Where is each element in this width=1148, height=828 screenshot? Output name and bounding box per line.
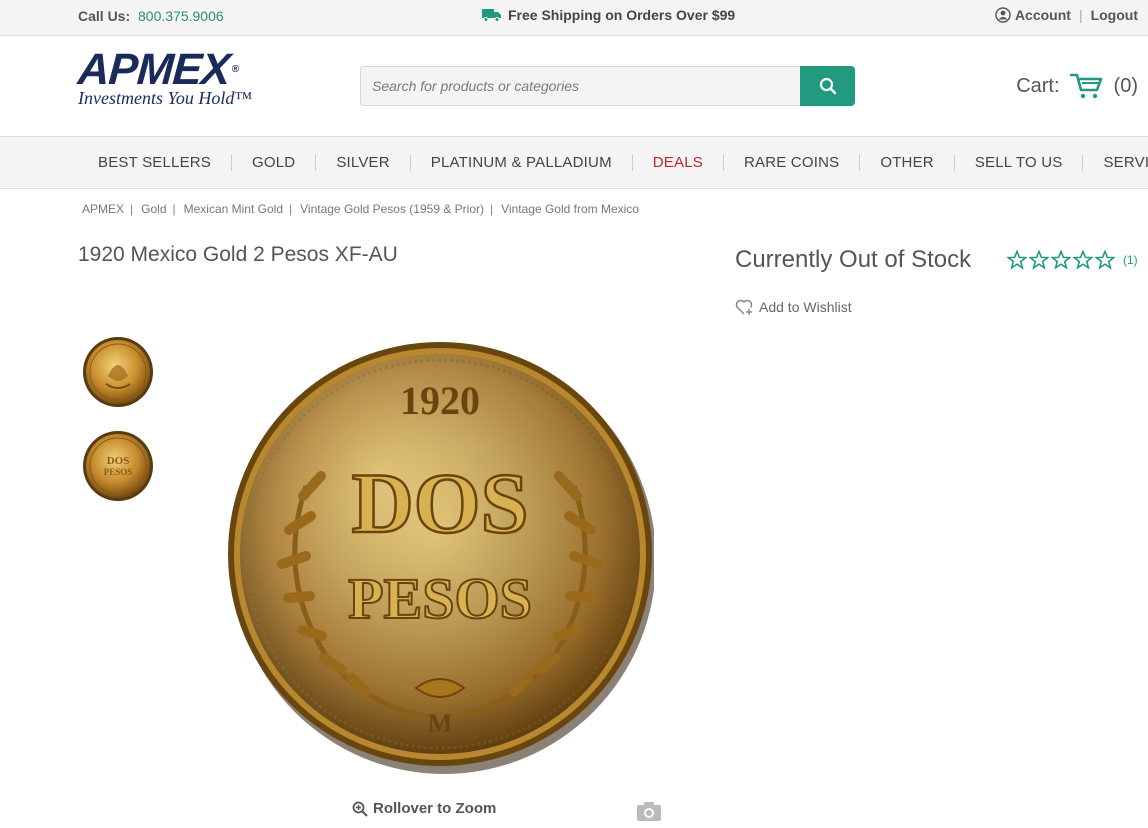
- logout-link[interactable]: Logout: [1091, 7, 1138, 23]
- breadcrumb-item[interactable]: Gold: [141, 202, 166, 216]
- logo-registered-mark: ®: [231, 64, 239, 75]
- breadcrumb-item[interactable]: Vintage Gold Pesos (1959 & Prior): [300, 202, 484, 216]
- breadcrumb-separator: |: [490, 202, 494, 216]
- svg-text:PESOS: PESOS: [104, 467, 133, 477]
- breadcrumb-item[interactable]: Vintage Gold from Mexico: [501, 202, 639, 216]
- breadcrumb-item[interactable]: APMEX: [82, 202, 124, 216]
- search-bar: [360, 66, 855, 106]
- phone-number-link[interactable]: 800.375.9006: [138, 8, 224, 24]
- apmex-logo[interactable]: APMEX® Investments You Hold™: [76, 45, 252, 109]
- nav-item-gold[interactable]: GOLD: [232, 154, 317, 171]
- star-outline-icon: [1007, 250, 1027, 270]
- rating-stars[interactable]: (1): [1007, 250, 1138, 270]
- breadcrumb: APMEX | Gold | Mexican Mint Gold | Vintage …: [82, 202, 639, 216]
- thumbnail-obverse[interactable]: [82, 336, 154, 408]
- add-to-wishlist-link[interactable]: Add to Wishlist: [735, 298, 852, 316]
- account-area: Account | Logout: [995, 7, 1138, 23]
- search-button[interactable]: [800, 66, 855, 106]
- call-us-label: Call Us:: [78, 8, 131, 24]
- thumbnail-reverse[interactable]: DOS PESOS: [82, 430, 154, 502]
- nav-item-deals[interactable]: DEALS: [633, 154, 724, 171]
- nav-item-best-sellers[interactable]: BEST SELLERS: [78, 154, 233, 171]
- wishlist-label: Add to Wishlist: [759, 299, 852, 315]
- stock-status: Currently Out of Stock: [735, 246, 972, 273]
- account-link[interactable]: Account: [1015, 7, 1071, 23]
- nav-item-other[interactable]: OTHER: [860, 154, 955, 171]
- nav-item-platinum-palladium[interactable]: PLATINUM & PALLADIUM: [411, 154, 633, 171]
- cart-count: (0): [1113, 74, 1138, 97]
- svg-text:DOS: DOS: [107, 455, 130, 467]
- product-main-image[interactable]: 1920 DOS PESOS M: [226, 336, 654, 774]
- cart-label: Cart:: [1016, 74, 1060, 97]
- search-input[interactable]: [360, 66, 800, 106]
- search-icon: [819, 77, 836, 95]
- logo-wordmark: APMEX®: [76, 45, 239, 94]
- page-title: 1920 Mexico Gold 2 Pesos XF-AU: [78, 243, 398, 266]
- star-outline-icon: [1029, 250, 1049, 270]
- cart-icon: [1069, 73, 1102, 99]
- main-nav: BEST SELLERS GOLD SILVER PLATINUM & PALL…: [0, 136, 1148, 189]
- shipping-text: Free Shipping on Orders Over $99: [508, 7, 736, 23]
- nav-item-silver[interactable]: SILVER: [316, 154, 411, 171]
- coin-pesos: PESOS: [348, 566, 532, 631]
- breadcrumb-separator: |: [289, 202, 293, 216]
- nav-item-services[interactable]: SERVICES: [1083, 154, 1148, 171]
- cart-link[interactable]: Cart: (0): [1016, 72, 1138, 100]
- coin-year: 1920: [400, 378, 480, 423]
- star-outline-icon: [1095, 250, 1115, 270]
- zoom-label: Rollover to Zoom: [373, 800, 497, 817]
- rollover-to-zoom: Rollover to Zoom: [352, 800, 496, 817]
- camera-icon[interactable]: [636, 800, 662, 822]
- breadcrumb-separator: |: [172, 202, 176, 216]
- account-separator: |: [1078, 7, 1083, 23]
- nav-item-sell-to-us[interactable]: SELL TO US: [955, 154, 1084, 171]
- user-circle-icon: [995, 7, 1011, 23]
- star-outline-icon: [1073, 250, 1093, 270]
- zoom-in-icon: [352, 801, 368, 817]
- coin-mint-mark: M: [428, 709, 453, 738]
- star-outline-icon: [1051, 250, 1071, 270]
- truck-icon: [482, 9, 501, 22]
- nav-item-rare-coins[interactable]: RARE COINS: [724, 154, 861, 171]
- top-utility-bar: Call Us: 800.375.9006 Free Shipping on O…: [0, 0, 1148, 36]
- coin-dos: DOS: [352, 455, 529, 551]
- free-shipping-banner: Free Shipping on Orders Over $99: [482, 7, 735, 23]
- heart-plus-icon: [735, 299, 753, 315]
- review-count-link[interactable]: (1): [1123, 253, 1138, 267]
- breadcrumb-separator: |: [130, 202, 134, 216]
- breadcrumb-item[interactable]: Mexican Mint Gold: [184, 202, 283, 216]
- call-us: Call Us: 800.375.9006: [78, 8, 224, 24]
